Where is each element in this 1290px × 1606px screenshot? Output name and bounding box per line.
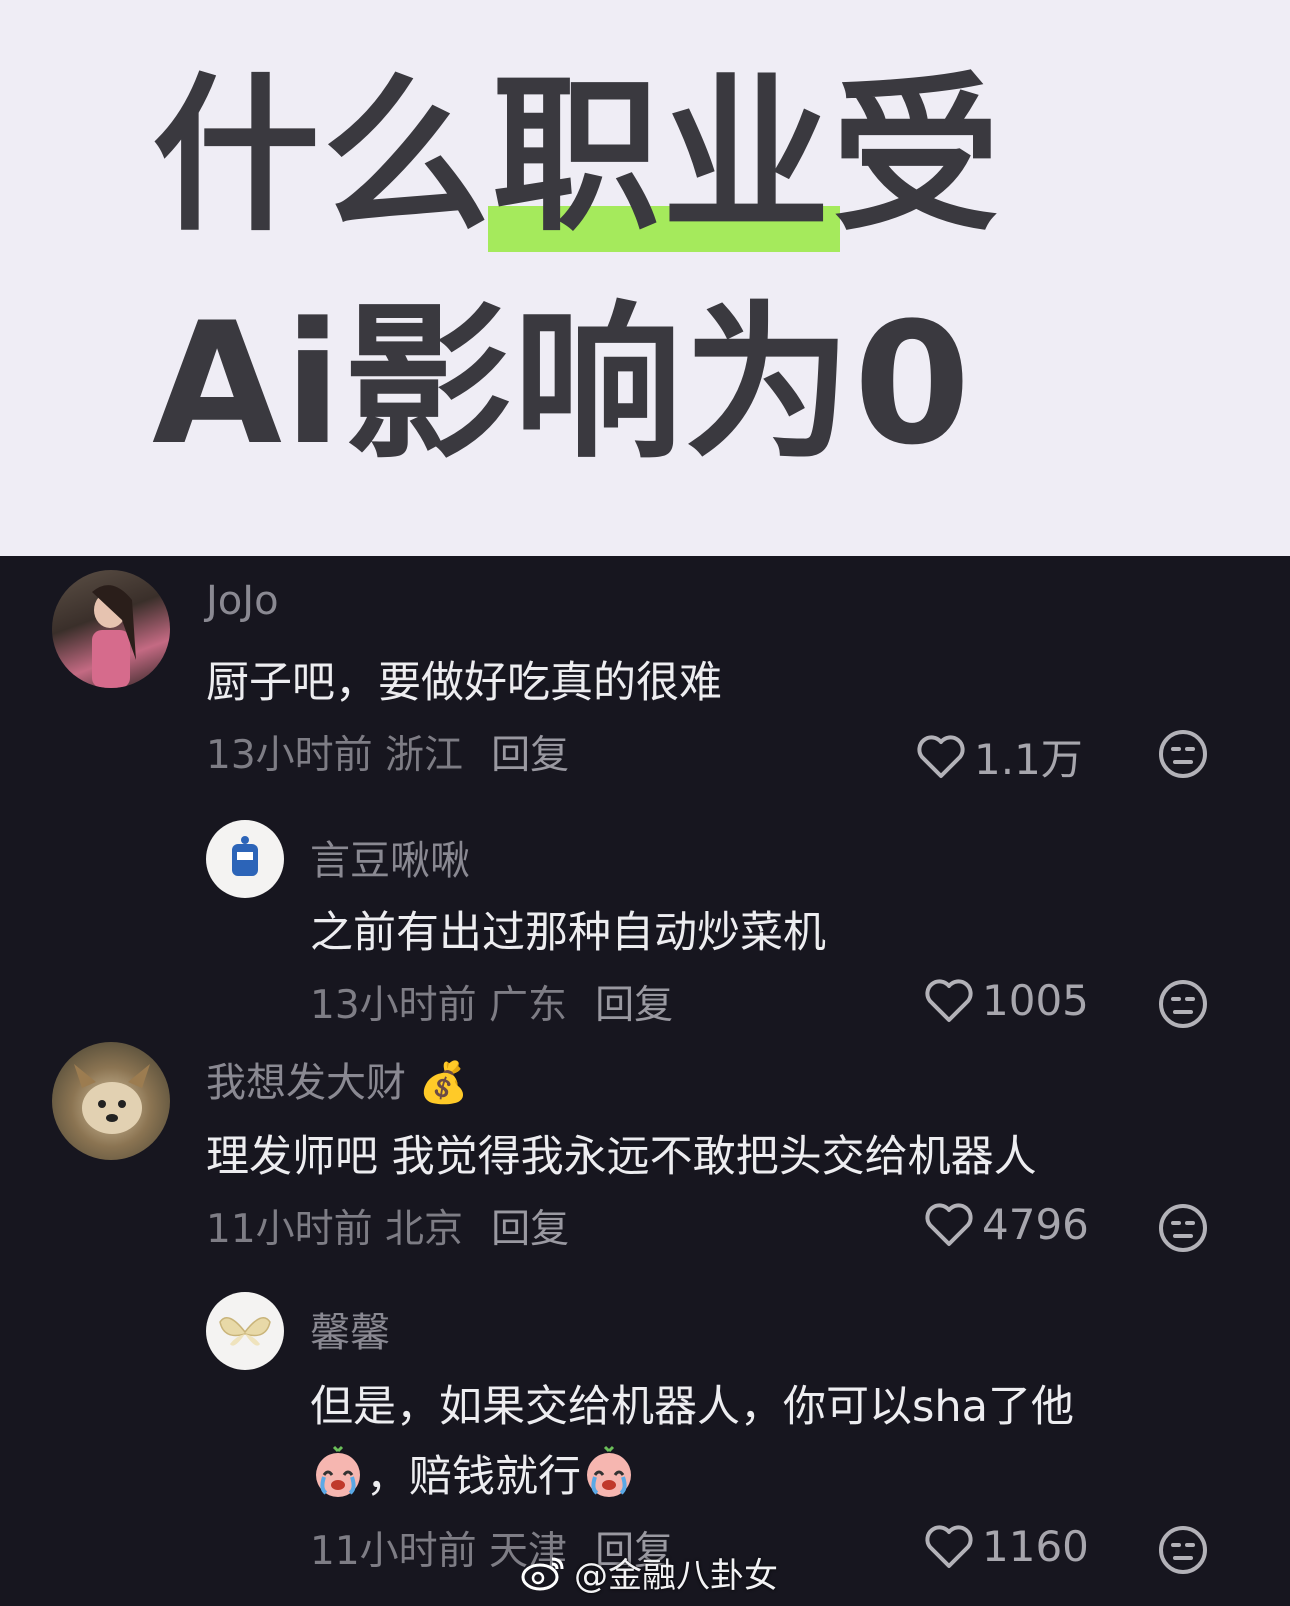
comment-username[interactable]: 馨馨 [310,1300,390,1358]
video-cover-banner: 什么职业受 Ai影响为0 [0,0,1290,556]
neutral-face-icon[interactable] [1157,728,1209,780]
reply-button[interactable]: 回复 [595,983,673,1028]
heart-icon [925,1202,973,1246]
like-count: 4796 [982,1200,1089,1249]
heart-icon [917,734,965,778]
avatar[interactable] [206,820,284,898]
comment-text: 但是，如果交给机器人，你可以sha了他 [310,1382,1075,1432]
crying-emoji-icon [316,1445,360,1497]
highlighted-word: 职业 [488,58,840,254]
weibo-watermark: @金融八卦女 [520,1548,778,1597]
crying-emoji-icon [587,1445,631,1497]
heart-icon [925,978,973,1022]
comment-username[interactable]: 我想发大财 💰 [206,1050,469,1108]
comment-text: 理发师吧 我觉得我永远不敢把头交给机器人 [206,1132,1037,1182]
like-count: 1160 [982,1522,1089,1571]
comment-username[interactable]: JoJo [206,578,279,624]
comment-username[interactable]: 言豆啾啾 [310,828,470,886]
comment-list: JoJo 厨子吧，要做好吃真的很难 13小时前 浙江 回复 1.1万 言豆啾啾 之… [0,556,1290,1606]
cover-title-line-1: 什么职业受 [152,58,1002,254]
neutral-face-icon[interactable] [1157,978,1209,1030]
reply-button[interactable]: 回复 [491,733,569,778]
reply-button[interactable]: 回复 [491,1207,569,1252]
comment-text: 之前有出过那种自动炒菜机 [310,908,826,958]
money-bag-icon: 💰 [418,1060,469,1106]
avatar[interactable] [206,1292,284,1370]
like-count: 1005 [982,976,1089,1025]
comment-meta: 13小时前 浙江 回复 [206,733,570,778]
comment-meta: 13小时前 广东 回复 [310,983,674,1028]
like-button[interactable]: 1160 [924,1522,1089,1571]
weibo-logo [521,1557,564,1590]
avatar[interactable] [52,1042,170,1160]
like-button[interactable]: 4796 [924,1200,1089,1249]
like-button[interactable]: 1.1万 [916,726,1083,787]
comment-meta: 11小时前 北京 回复 [206,1207,570,1252]
cover-title-line-2: Ai影响为0 [152,286,973,482]
like-button[interactable]: 1005 [924,976,1089,1025]
neutral-face-icon[interactable] [1157,1524,1209,1576]
comment-text-line-2: ，赔钱就行 [310,1442,637,1504]
neutral-face-icon[interactable] [1157,1202,1209,1254]
avatar[interactable] [52,570,170,688]
like-count: 1.1万 [974,735,1083,784]
heart-icon [925,1524,973,1568]
comment-text: 厨子吧，要做好吃真的很难 [206,658,722,708]
